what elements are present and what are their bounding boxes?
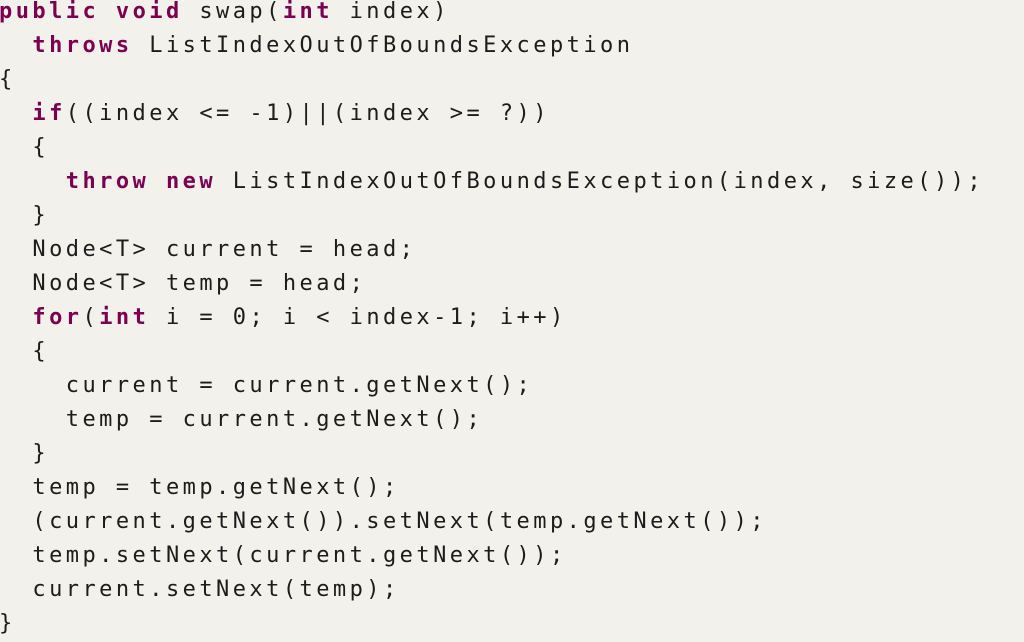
code-line: (current.getNext()).setNext(temp.getNext… [0, 505, 1024, 539]
code-text: ListIndexOutOfBoundsException [132, 33, 634, 58]
code-line: { [0, 131, 1024, 165]
code-keyword: public [0, 0, 100, 24]
code-text: } [0, 611, 16, 636]
code-text: temp = temp.getNext(); [0, 475, 400, 500]
code-text: { [0, 135, 50, 160]
code-line: temp.setNext(current.getNext()); [0, 539, 1024, 573]
code-text: } [0, 203, 50, 228]
code-keyword: for [32, 305, 83, 330]
code-text: temp = current.getNext(); [0, 407, 484, 432]
code-line: for(int i = 0; i < index-1; i++) [0, 301, 1024, 335]
code-listing: public void swap(int index) throws ListI… [0, 0, 1024, 641]
code-text: ( [82, 305, 100, 330]
code-text: swap( [182, 0, 283, 24]
code-line: { [0, 63, 1024, 97]
code-text: { [0, 67, 16, 92]
code-text: ((index <= -1)||(index >= ?)) [65, 101, 550, 126]
code-line: public void swap(int index) [0, 0, 1024, 29]
code-text: i = 0; i < index-1; i++) [149, 305, 567, 330]
code-text: { [0, 339, 50, 364]
code-keyword: new [165, 169, 217, 194]
code-line: throw new ListIndexOutOfBoundsException(… [0, 165, 1024, 199]
code-keyword: if [32, 101, 66, 126]
code-text: Node<T> temp = head; [0, 271, 367, 296]
code-text: current.setNext(temp); [0, 577, 400, 602]
code-line: { [0, 335, 1024, 369]
code-text: Node<T> current = head; [0, 237, 417, 262]
code-text: current = current.getNext(); [0, 373, 534, 398]
code-line: } [0, 199, 1024, 233]
code-line: } [0, 437, 1024, 471]
code-line: temp = current.getNext(); [0, 403, 1024, 437]
code-text: (current.getNext()).setNext(temp.getNext… [0, 509, 767, 534]
code-line: Node<T> current = head; [0, 233, 1024, 267]
code-line: Node<T> temp = head; [0, 267, 1024, 301]
code-text: ListIndexOutOfBoundsException(index, siz… [216, 169, 985, 194]
code-text: index) [332, 0, 450, 24]
code-line: } [0, 607, 1024, 641]
code-line: current = current.getNext(); [0, 369, 1024, 403]
code-keyword: int [99, 305, 150, 330]
code-line: if((index <= -1)||(index >= ?)) [0, 97, 1024, 131]
code-keyword: void [115, 0, 183, 24]
code-line: current.setNext(temp); [0, 573, 1024, 607]
code-line: temp = temp.getNext(); [0, 471, 1024, 505]
code-text: } [0, 441, 50, 466]
code-keyword: int [282, 0, 333, 24]
code-keyword: throws [32, 33, 133, 58]
code-text: temp.setNext(current.getNext()); [0, 543, 567, 568]
code-line: throws ListIndexOutOfBoundsException [0, 29, 1024, 63]
code-keyword: throw [65, 169, 150, 194]
